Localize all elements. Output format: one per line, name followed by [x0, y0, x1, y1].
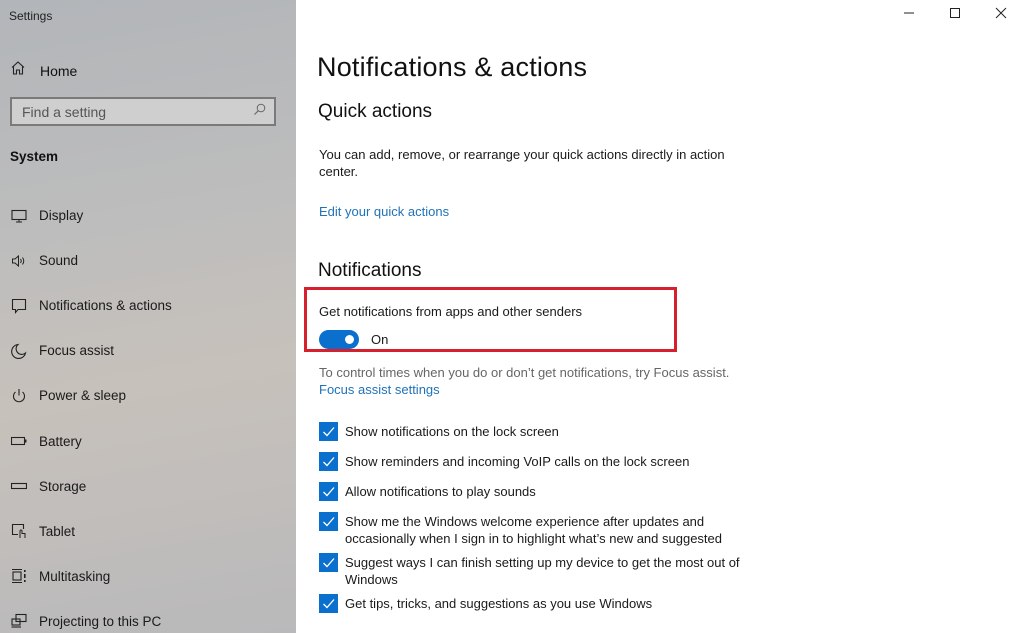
checkbox-play-sounds[interactable]: Allow notifications to play sounds: [319, 482, 759, 501]
checkbox-label: Show notifications on the lock screen: [345, 424, 559, 439]
page-title: Notifications & actions: [317, 52, 588, 82]
notifications-toggle-row: On: [319, 330, 388, 349]
window-controls: [886, 0, 1024, 30]
maximize-icon: [949, 6, 961, 24]
sidebar-item-display[interactable]: Display: [0, 193, 296, 238]
sidebar-section-system: System: [10, 149, 59, 164]
sidebar-item-notifications[interactable]: Notifications & actions: [0, 283, 296, 328]
sidebar-nav: Display Sound Notifications & actions Fo…: [0, 193, 296, 644]
notifications-toggle-label: Get notifications from apps and other se…: [319, 304, 583, 319]
sidebar-item-power-sleep[interactable]: Power & sleep: [0, 373, 296, 418]
notification-icon: [10, 297, 28, 315]
sidebar-item-label: Display: [39, 208, 84, 224]
sidebar-item-sound[interactable]: Sound: [0, 238, 296, 283]
checkbox-checked[interactable]: [319, 422, 338, 441]
sidebar-item-label: Notifications & actions: [39, 298, 172, 314]
checkbox-checked[interactable]: [319, 512, 338, 531]
sidebar-item-label: Focus assist: [39, 343, 115, 359]
quick-actions-heading: Quick actions: [318, 101, 433, 122]
sidebar-home[interactable]: Home: [10, 60, 77, 81]
sidebar-item-label: Power & sleep: [39, 388, 127, 404]
checkbox-label: Show reminders and incoming VoIP calls o…: [345, 454, 690, 469]
quick-actions-description: You can add, remove, or rearrange your q…: [319, 147, 725, 179]
edit-quick-actions-link[interactable]: Edit your quick actions: [319, 204, 449, 219]
checkbox-lock-screen[interactable]: Show notifications on the lock screen: [319, 422, 759, 441]
notification-checkboxes: Show notifications on the lock screen Sh…: [319, 422, 759, 624]
search-icon[interactable]: [253, 103, 266, 121]
projecting-icon: [10, 612, 28, 630]
checkbox-label: Get tips, tricks, and suggestions as you…: [345, 596, 653, 611]
battery-icon: [10, 432, 28, 450]
sidebar-item-multitasking[interactable]: Multitasking: [0, 554, 296, 599]
tablet-icon: [10, 522, 28, 540]
minimize-icon: [903, 6, 915, 24]
moon-icon: [10, 342, 28, 360]
checkbox-checked[interactable]: [319, 594, 338, 613]
checkbox-finish-setup[interactable]: Suggest ways I can finish setting up my …: [319, 553, 759, 588]
checkbox-welcome-experience[interactable]: Show me the Windows welcome experience a…: [319, 512, 759, 547]
sidebar-item-label: Storage: [39, 478, 87, 494]
notifications-heading: Notifications: [318, 260, 422, 281]
focus-assist-settings-link[interactable]: Focus assist settings: [319, 382, 440, 397]
checkbox-label: Suggest ways I can finish setting up my …: [345, 555, 740, 587]
checkbox-voip-lock-screen[interactable]: Show reminders and incoming VoIP calls o…: [319, 452, 759, 471]
display-icon: [10, 207, 28, 225]
notifications-toggle[interactable]: [319, 330, 359, 349]
toggle-knob: [345, 335, 354, 344]
checkbox-label: Show me the Windows welcome experience a…: [345, 514, 722, 546]
sidebar-home-label: Home: [40, 62, 78, 79]
sidebar-item-storage[interactable]: Storage: [0, 464, 296, 509]
checkbox-checked[interactable]: [319, 482, 338, 501]
sidebar-item-focus-assist[interactable]: Focus assist: [0, 328, 296, 373]
search-box[interactable]: [10, 97, 276, 126]
close-icon: [995, 6, 1007, 24]
sidebar-item-label: Projecting to this PC: [39, 613, 162, 629]
sidebar-item-label: Battery: [39, 433, 82, 449]
multitasking-icon: [10, 567, 28, 585]
minimize-button[interactable]: [886, 0, 932, 30]
close-button[interactable]: [978, 0, 1024, 30]
search-input[interactable]: [22, 103, 242, 120]
sidebar-item-label: Tablet: [39, 523, 76, 539]
home-icon: [10, 60, 26, 81]
sidebar: Settings Home System Display Sound Notif…: [0, 0, 296, 633]
maximize-button[interactable]: [932, 0, 978, 30]
app-title: Settings: [9, 9, 53, 23]
speaker-icon: [10, 252, 28, 270]
sidebar-item-projecting[interactable]: Projecting to this PC: [0, 599, 296, 644]
sidebar-item-label: Multitasking: [39, 568, 111, 584]
toggle-state-label: On: [371, 332, 389, 347]
focus-assist-text: To control times when you do or don’t ge…: [319, 365, 730, 380]
sidebar-item-battery[interactable]: Battery: [0, 418, 296, 463]
checkbox-checked[interactable]: [319, 452, 338, 471]
power-icon: [10, 387, 28, 405]
checkbox-label: Allow notifications to play sounds: [345, 484, 536, 499]
storage-icon: [10, 477, 28, 495]
sidebar-item-label: Sound: [39, 253, 79, 269]
checkbox-tips-tricks[interactable]: Get tips, tricks, and suggestions as you…: [319, 594, 759, 613]
sidebar-item-tablet[interactable]: Tablet: [0, 509, 296, 554]
checkbox-checked[interactable]: [319, 553, 338, 572]
